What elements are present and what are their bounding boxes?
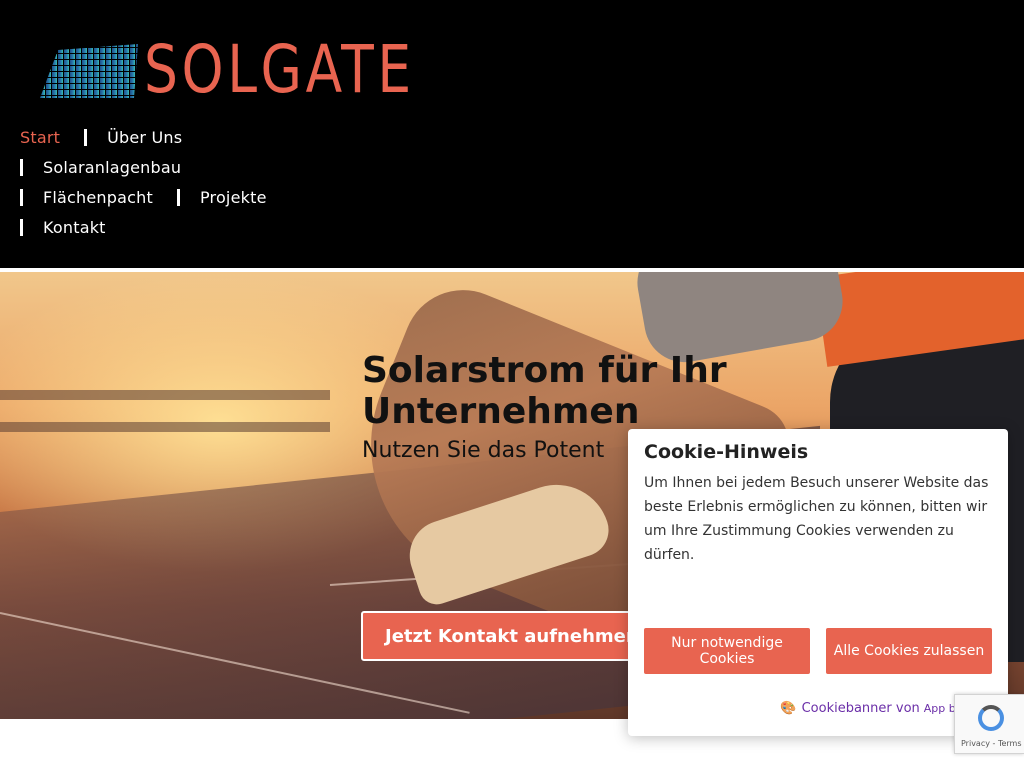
recaptcha-badge[interactable]: Privacy - Terms <box>954 694 1024 754</box>
nav-row-3: Flächenpacht Projekte <box>20 182 267 212</box>
palette-icon: 🎨 <box>780 701 797 716</box>
nav-item-kontakt[interactable]: Kontakt <box>43 218 106 237</box>
nav-separator <box>84 128 88 146</box>
brand-name: SOLGATE <box>144 31 415 108</box>
cookie-banner-title: Cookie-Hinweis <box>644 441 809 463</box>
nav-separator <box>20 218 23 236</box>
hero-subtitle: Nutzen Sie das Potent <box>362 438 605 463</box>
hero-image-rail <box>0 422 330 432</box>
nav-item-flaechenpacht[interactable]: Flächenpacht <box>43 188 153 207</box>
nav-item-projekte[interactable]: Projekte <box>200 188 267 207</box>
cookie-credit-text: Cookiebanner von <box>801 701 920 716</box>
contact-cta-button[interactable]: Jetzt Kontakt aufnehmen <box>361 611 663 661</box>
solgate-logo[interactable]: SOLGATE <box>40 36 445 104</box>
nav-separator <box>20 188 23 206</box>
cookie-banner: Cookie-Hinweis Um Ihnen bei jedem Besuch… <box>628 429 1008 736</box>
nav-separator <box>176 188 180 206</box>
nav-item-ueber-uns[interactable]: Über Uns <box>107 128 182 147</box>
nav-item-solaranlagenbau[interactable]: Solaranlagenbau <box>43 158 181 177</box>
recaptcha-terms[interactable]: Privacy - Terms <box>961 739 1022 748</box>
nav-row-4: Kontakt <box>20 212 267 242</box>
necessary-cookies-button[interactable]: Nur notwendige Cookies <box>644 628 810 674</box>
accept-all-cookies-button[interactable]: Alle Cookies zulassen <box>826 628 992 674</box>
cookie-banner-actions: Nur notwendige Cookies Alle Cookies zula… <box>644 628 992 674</box>
cookie-banner-text: Um Ihnen bei jedem Besuch unserer Websit… <box>644 475 989 563</box>
main-navigation: Start Über Uns Solaranlagenbau Flächenpa… <box>20 122 267 242</box>
hero-image-rail <box>0 390 330 400</box>
site-header: SOLGATE Start Über Uns Solaranlagenbau F… <box>0 0 1024 268</box>
recaptcha-icon <box>978 705 1004 731</box>
solar-panel-logo-icon <box>40 44 138 98</box>
nav-row-1: Start Über Uns <box>20 122 267 152</box>
nav-item-start[interactable]: Start <box>20 128 60 147</box>
hero-title: Solarstrom für Ihr Unternehmen <box>362 350 727 432</box>
nav-separator <box>20 158 23 176</box>
nav-row-2: Solaranlagenbau <box>20 152 267 182</box>
